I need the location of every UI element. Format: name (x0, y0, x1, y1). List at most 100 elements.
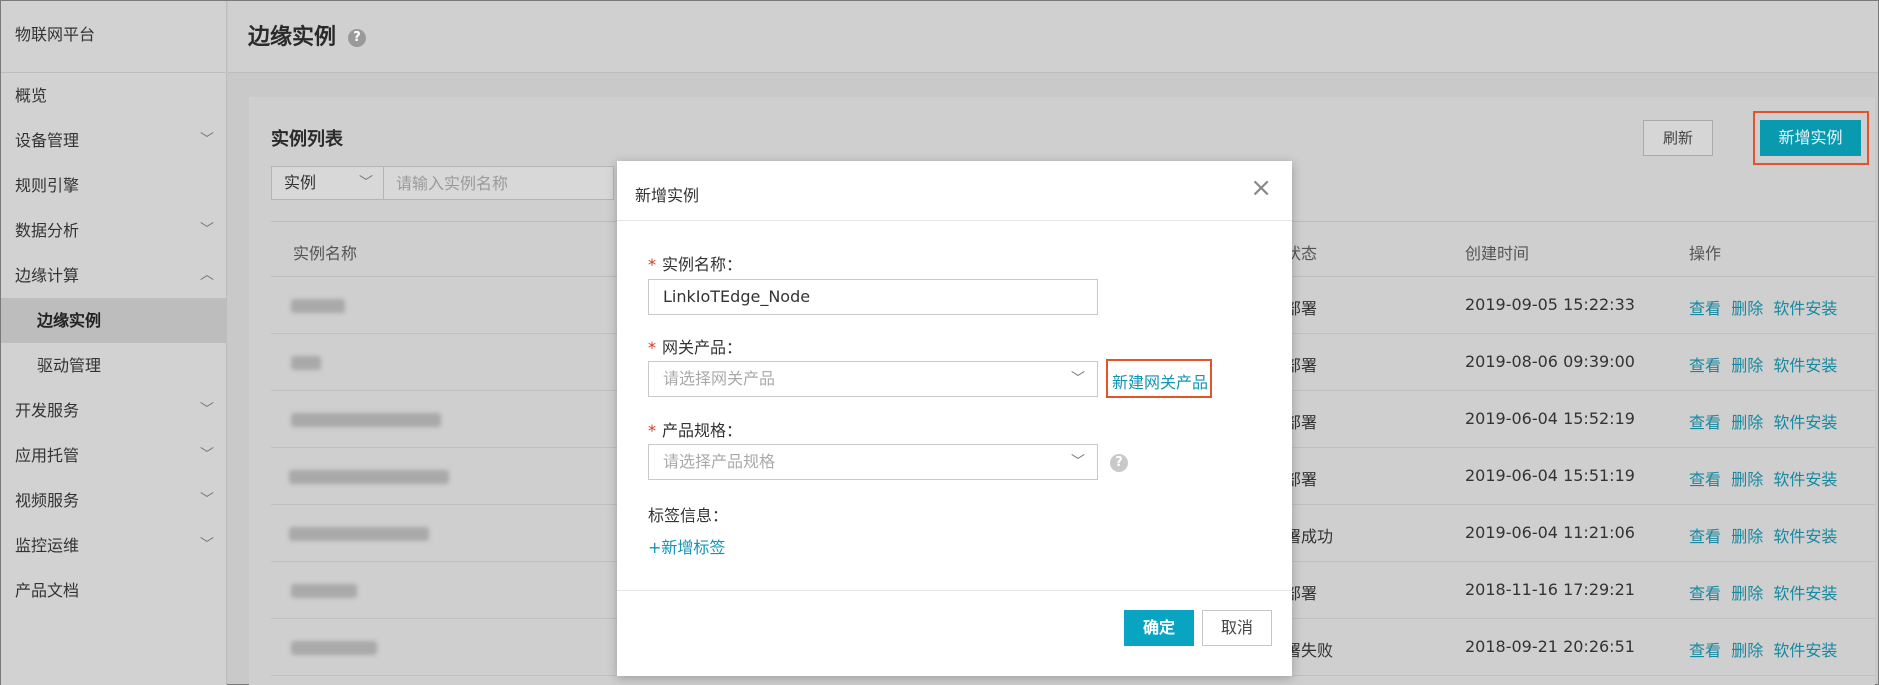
search-input[interactable] (384, 166, 614, 200)
row-actions: 查看 删除 软件安装 (1689, 523, 1837, 547)
refresh-button[interactable]: 刷新 (1643, 120, 1713, 156)
sidebar-item-edge-instance[interactable]: 边缘实例 (1, 298, 226, 343)
product-spec-placeholder: 请选择产品规格 (663, 452, 776, 471)
row-created: 2019-06-04 15:52:19 (1465, 409, 1635, 428)
dialog-footer: 确定 取消 (617, 590, 1292, 676)
confirm-button[interactable]: 确定 (1124, 610, 1194, 646)
sidebar-item-driver-management[interactable]: 驱动管理 (1, 343, 226, 388)
sidebar-item-video-service[interactable]: 视频服务 ﹀ (1, 478, 226, 523)
view-link[interactable]: 查看 (1689, 299, 1721, 318)
required-marker: * (648, 338, 656, 357)
column-header-actions: 操作 (1689, 244, 1722, 263)
help-icon[interactable]: ? (1110, 454, 1128, 472)
row-status: 署成功 (1285, 527, 1334, 546)
new-instance-dialog: 新增实例 × * 实例名称： LinkIoTEdge_Node * 网关产品： 请选… (617, 161, 1292, 676)
row-actions: 查看 删除 软件安装 (1689, 352, 1837, 376)
install-link[interactable]: 软件安装 (1773, 584, 1837, 603)
delete-link[interactable]: 删除 (1731, 356, 1763, 375)
instance-name-field[interactable]: LinkIoTEdge_Node (648, 279, 1098, 315)
product-spec-select[interactable]: 请选择产品规格 ﹀ (648, 444, 1098, 480)
new-instance-button[interactable]: 新增实例 (1760, 120, 1861, 156)
row-created: 2018-09-21 20:26:51 (1465, 637, 1635, 656)
filter-type-value: 实例 (284, 173, 317, 192)
sidebar-item-label: 边缘实例 (37, 311, 102, 330)
blurred-instance-name (291, 356, 321, 370)
view-link[interactable]: 查看 (1689, 527, 1721, 546)
gateway-product-placeholder: 请选择网关产品 (663, 369, 776, 388)
install-link[interactable]: 软件安装 (1773, 356, 1837, 375)
create-gateway-product-link[interactable]: 新建网关产品 (1112, 369, 1208, 393)
add-tag-link[interactable]: +新增标签 (648, 534, 725, 558)
gateway-product-select[interactable]: 请选择网关产品 ﹀ (648, 361, 1098, 397)
blurred-instance-name (291, 413, 441, 427)
chevron-down-icon: ﹀ (200, 447, 214, 463)
sidebar-brand: 物联网平台 (1, 1, 226, 73)
sidebar-item-label: 概览 (15, 86, 48, 105)
row-actions: 查看 删除 软件安装 (1689, 637, 1837, 661)
list-title: 实例列表 (271, 129, 343, 150)
tag-info-label: 标签信息： (648, 506, 729, 525)
delete-link[interactable]: 删除 (1731, 584, 1763, 603)
chevron-down-icon: ﹀ (200, 132, 214, 148)
column-header-name: 实例名称 (293, 244, 358, 263)
sidebar-item-data-analysis[interactable]: 数据分析 ﹀ (1, 208, 226, 253)
view-link[interactable]: 查看 (1689, 470, 1721, 489)
install-link[interactable]: 软件安装 (1773, 299, 1837, 318)
instance-name-label: * 实例名称： (648, 255, 743, 274)
sidebar-item-device-management[interactable]: 设备管理 ﹀ (1, 118, 226, 163)
blurred-instance-name (291, 584, 357, 598)
new-instance-highlight: 新增实例 (1753, 111, 1869, 165)
row-actions: 查看 删除 软件安装 (1689, 295, 1837, 319)
chevron-down-icon: ﹀ (200, 222, 214, 238)
chevron-down-icon: ﹀ (359, 175, 373, 191)
row-created: 2019-06-04 15:51:19 (1465, 466, 1635, 485)
install-link[interactable]: 软件安装 (1773, 527, 1837, 546)
view-link[interactable]: 查看 (1689, 584, 1721, 603)
page-title: 边缘实例 (248, 25, 337, 50)
sidebar-item-label: 设备管理 (15, 131, 80, 150)
close-icon[interactable]: × (1250, 175, 1272, 201)
chevron-down-icon: ﹀ (1071, 371, 1085, 387)
required-marker: * (648, 421, 656, 440)
row-created: 2018-11-16 17:29:21 (1465, 580, 1635, 599)
sidebar: 物联网平台 概览 设备管理 ﹀ 规则引擎 数据分析 ﹀ 边缘计算 ︿ 边缘实例 … (1, 1, 227, 685)
sidebar-item-label: 视频服务 (15, 491, 80, 510)
help-icon[interactable]: ? (348, 29, 366, 47)
sidebar-item-rule-engine[interactable]: 规则引擎 (1, 163, 226, 208)
view-link[interactable]: 查看 (1689, 413, 1721, 432)
product-spec-label: * 产品规格： (648, 421, 743, 440)
chevron-down-icon: ﹀ (200, 537, 214, 553)
chevron-down-icon: ﹀ (1071, 454, 1085, 470)
sidebar-item-label: 驱动管理 (37, 356, 102, 375)
install-link[interactable]: 软件安装 (1773, 470, 1837, 489)
row-actions: 查看 删除 软件安装 (1689, 580, 1837, 604)
sidebar-item-dev-service[interactable]: 开发服务 ﹀ (1, 388, 226, 433)
sidebar-item-label: 开发服务 (15, 401, 80, 420)
dialog-title: 新增实例 (635, 186, 700, 205)
sidebar-item-label: 应用托管 (15, 446, 80, 465)
row-created: 2019-06-04 11:21:06 (1465, 523, 1635, 542)
delete-link[interactable]: 删除 (1731, 299, 1763, 318)
delete-link[interactable]: 删除 (1731, 413, 1763, 432)
sidebar-item-app-hosting[interactable]: 应用托管 ﹀ (1, 433, 226, 478)
filter-type-select[interactable]: 实例 ﹀ (271, 166, 384, 200)
sidebar-item-label: 数据分析 (15, 221, 80, 240)
cancel-button[interactable]: 取消 (1202, 610, 1272, 646)
sidebar-item-label: 边缘计算 (15, 266, 80, 285)
sidebar-item-monitoring[interactable]: 监控运维 ﹀ (1, 523, 226, 568)
sidebar-item-label: 产品文档 (15, 581, 80, 600)
blurred-instance-name (289, 527, 429, 541)
install-link[interactable]: 软件安装 (1773, 413, 1837, 432)
view-link[interactable]: 查看 (1689, 641, 1721, 660)
sidebar-item-docs[interactable]: 产品文档 (1, 568, 226, 613)
delete-link[interactable]: 删除 (1731, 641, 1763, 660)
sidebar-item-edge-computing[interactable]: 边缘计算 ︿ (1, 253, 226, 298)
view-link[interactable]: 查看 (1689, 356, 1721, 375)
blurred-instance-name (291, 299, 345, 313)
chevron-down-icon: ﹀ (200, 492, 214, 508)
delete-link[interactable]: 删除 (1731, 470, 1763, 489)
install-link[interactable]: 软件安装 (1773, 641, 1837, 660)
delete-link[interactable]: 删除 (1731, 527, 1763, 546)
chevron-up-icon: ︿ (200, 267, 214, 283)
sidebar-item-overview[interactable]: 概览 (1, 73, 226, 118)
